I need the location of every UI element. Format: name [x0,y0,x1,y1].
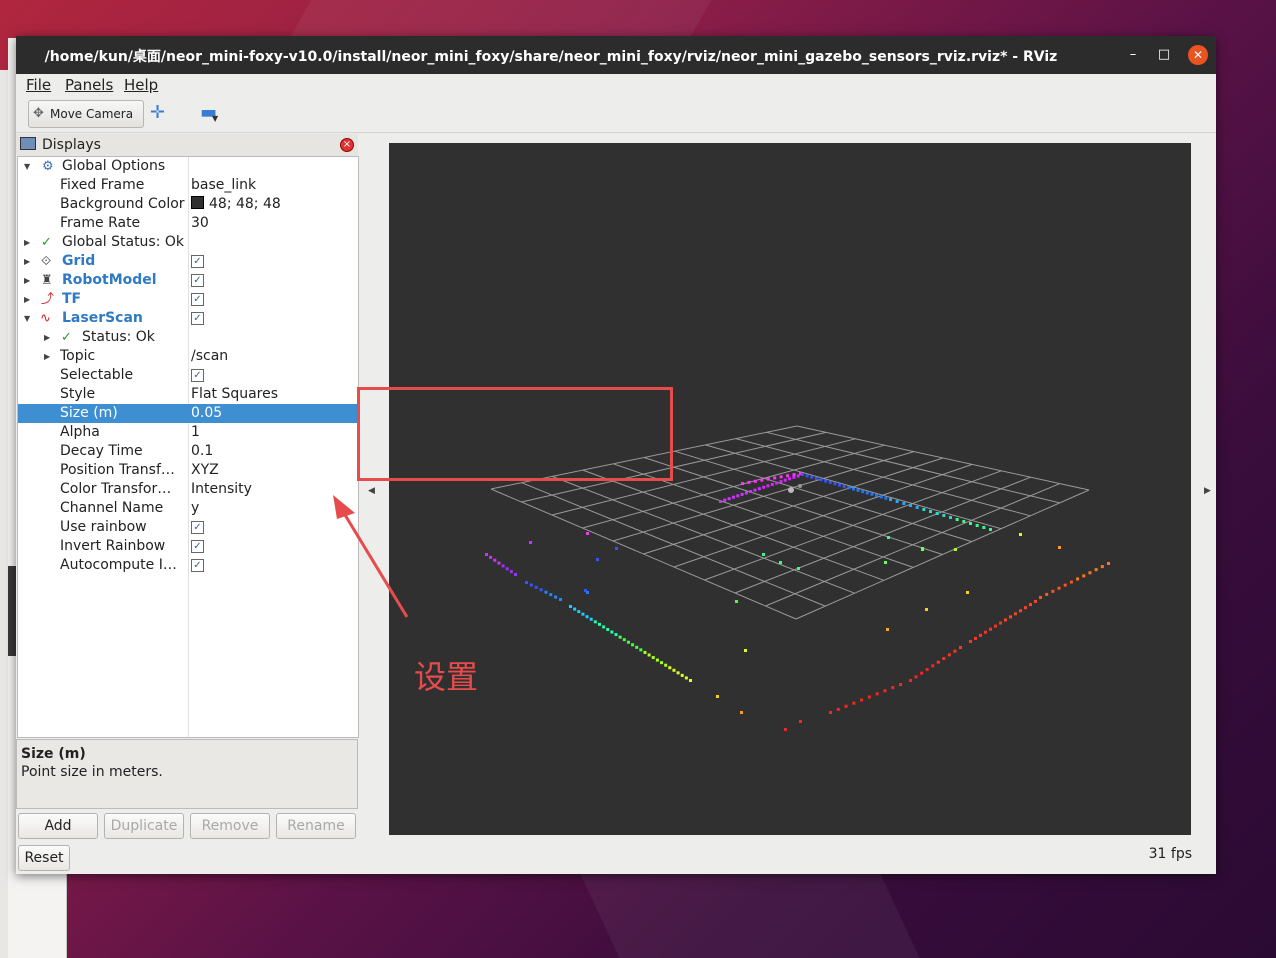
remove-button[interactable]: Remove [190,813,270,839]
property-description: Size (m) Point size in meters. [16,739,358,809]
robotmodel-enabled-checkbox: ✓ [191,273,204,287]
tree-row-use-rainbow[interactable]: Use rainbow ✓ [18,518,358,537]
collapse-right-arrow-icon[interactable]: ▶ [1204,486,1211,496]
check-icon: ✓ [61,330,72,345]
check-icon: ✓ [41,235,52,250]
tree-row-channel-name[interactable]: Channel Name y [18,499,358,518]
use-rainbow-checkbox: ✓ [191,520,204,534]
tree-row-invert-rainbow[interactable]: Invert Rainbow ✓ [18,537,358,556]
desktop-shard [288,0,712,40]
close-panel-icon[interactable]: × [340,138,354,152]
laser-scan-icon: ∿ [40,311,51,326]
toolbar: ✥ Move Camera ✛ ▬ ▼ [16,96,1216,133]
add-tool-button[interactable]: ✛ [150,102,165,123]
tree-row-background-color[interactable]: Background Color 48; 48; 48 [18,195,358,214]
robot-icon: ♜ [41,273,53,288]
title-bar: /home/kun/桌面/neor_mini-foxy-v10.0/instal… [16,36,1216,74]
tree-row-global-status[interactable]: ▶ ✓ Global Status: Ok [18,233,358,252]
minimize-button[interactable]: – [1123,45,1143,65]
monitor-icon [20,137,36,150]
tf-axes-icon: ⤴ [41,292,55,307]
tree-row-tf[interactable]: ▶ ⤴ TF ✓ [18,290,358,309]
expand-arrow-icon[interactable]: ▶ [24,290,30,309]
expand-arrow-icon[interactable]: ▼ [24,157,30,176]
reset-button[interactable]: Reset [18,845,70,871]
chevron-down-icon: ▼ [212,114,219,123]
rename-button[interactable]: Rename [276,813,356,839]
window-title: /home/kun/桌面/neor_mini-foxy-v10.0/instal… [44,49,1058,65]
robot-marker [788,484,802,493]
gear-icon: ⚙ [42,159,54,174]
displays-panel: Displays × ▼ ⚙ Global Options Fixed Fram… [16,134,359,874]
menu-help[interactable]: Help [124,76,158,94]
tree-row-frame-rate[interactable]: Frame Rate 30 [18,214,358,233]
tf-enabled-checkbox: ✓ [191,292,204,306]
menu-file[interactable]: File [26,76,51,94]
add-button[interactable]: Add [18,813,98,839]
duplicate-button[interactable]: Duplicate [104,813,184,839]
expand-arrow-icon[interactable]: ▶ [24,271,30,290]
maximize-button[interactable]: □ [1154,45,1174,65]
tree-row-size[interactable]: Size (m) 0.05 [18,404,358,423]
color-swatch [191,196,204,209]
laser-scan-render [485,425,1110,731]
expand-arrow-icon[interactable]: ▶ [24,252,30,271]
highlight-box [357,387,673,481]
annotation-label: 设置 [414,658,479,696]
close-button[interactable]: ✕ [1188,45,1208,65]
move-camera-icon: ✥ [33,106,44,121]
tree-row-grid[interactable]: ▶ ⟐ Grid ✓ [18,252,358,271]
autocompute-checkbox: ✓ [191,558,204,572]
move-camera-button[interactable]: ✥ Move Camera [28,100,144,128]
tree-row-topic[interactable]: ▶ Topic /scan [18,347,358,366]
expand-arrow-icon[interactable]: ▼ [24,309,30,328]
tree-row-global-options[interactable]: ▼ ⚙ Global Options [18,157,358,176]
displays-panel-header: Displays × [16,134,358,156]
menu-bar: File Panels Help [16,74,1216,96]
grid-icon: ⟐ [41,254,52,269]
fps-counter: 31 fps [1148,846,1192,862]
tree-row-fixed-frame[interactable]: Fixed Frame base_link [18,176,358,195]
tree-row-position-transformer[interactable]: Position Transf… XYZ [18,461,358,480]
tree-row-style[interactable]: Style Flat Squares [18,385,358,404]
expand-arrow-icon[interactable]: ▶ [24,233,30,252]
expand-arrow-icon[interactable]: ▶ [44,347,50,366]
desktop-shard [580,874,920,958]
tree-row-color-transformer[interactable]: Color Transfor… Intensity [18,480,358,499]
displays-tree[interactable]: ▼ ⚙ Global Options Fixed Frame base_link… [17,156,359,738]
background-window-edge [0,70,8,958]
tree-row-laser-scan[interactable]: ▼ ∿ LaserScan ✓ [18,309,358,328]
tree-row-selectable[interactable]: Selectable ✓ [18,366,358,385]
annotation-arrow [333,495,409,618]
tree-row-alpha[interactable]: Alpha 1 [18,423,358,442]
tree-row-decay-time[interactable]: Decay Time 0.1 [18,442,358,461]
remove-tool-button[interactable]: ▬ ▼ [200,102,219,123]
menu-panels[interactable]: Panels [65,76,113,94]
invert-rainbow-checkbox: ✓ [191,539,204,553]
laserscan-enabled-checkbox: ✓ [191,311,204,325]
3d-viewport[interactable] [389,143,1191,835]
tree-row-robot-model[interactable]: ▶ ♜ RobotModel ✓ [18,271,358,290]
tree-row-laser-status[interactable]: ▶ ✓ Status: Ok [18,328,358,347]
grid-enabled-checkbox: ✓ [191,254,204,268]
selectable-checkbox: ✓ [191,368,204,382]
tree-row-autocompute-intensity[interactable]: Autocompute I… ✓ [18,556,358,575]
expand-arrow-icon[interactable]: ▶ [44,328,50,347]
